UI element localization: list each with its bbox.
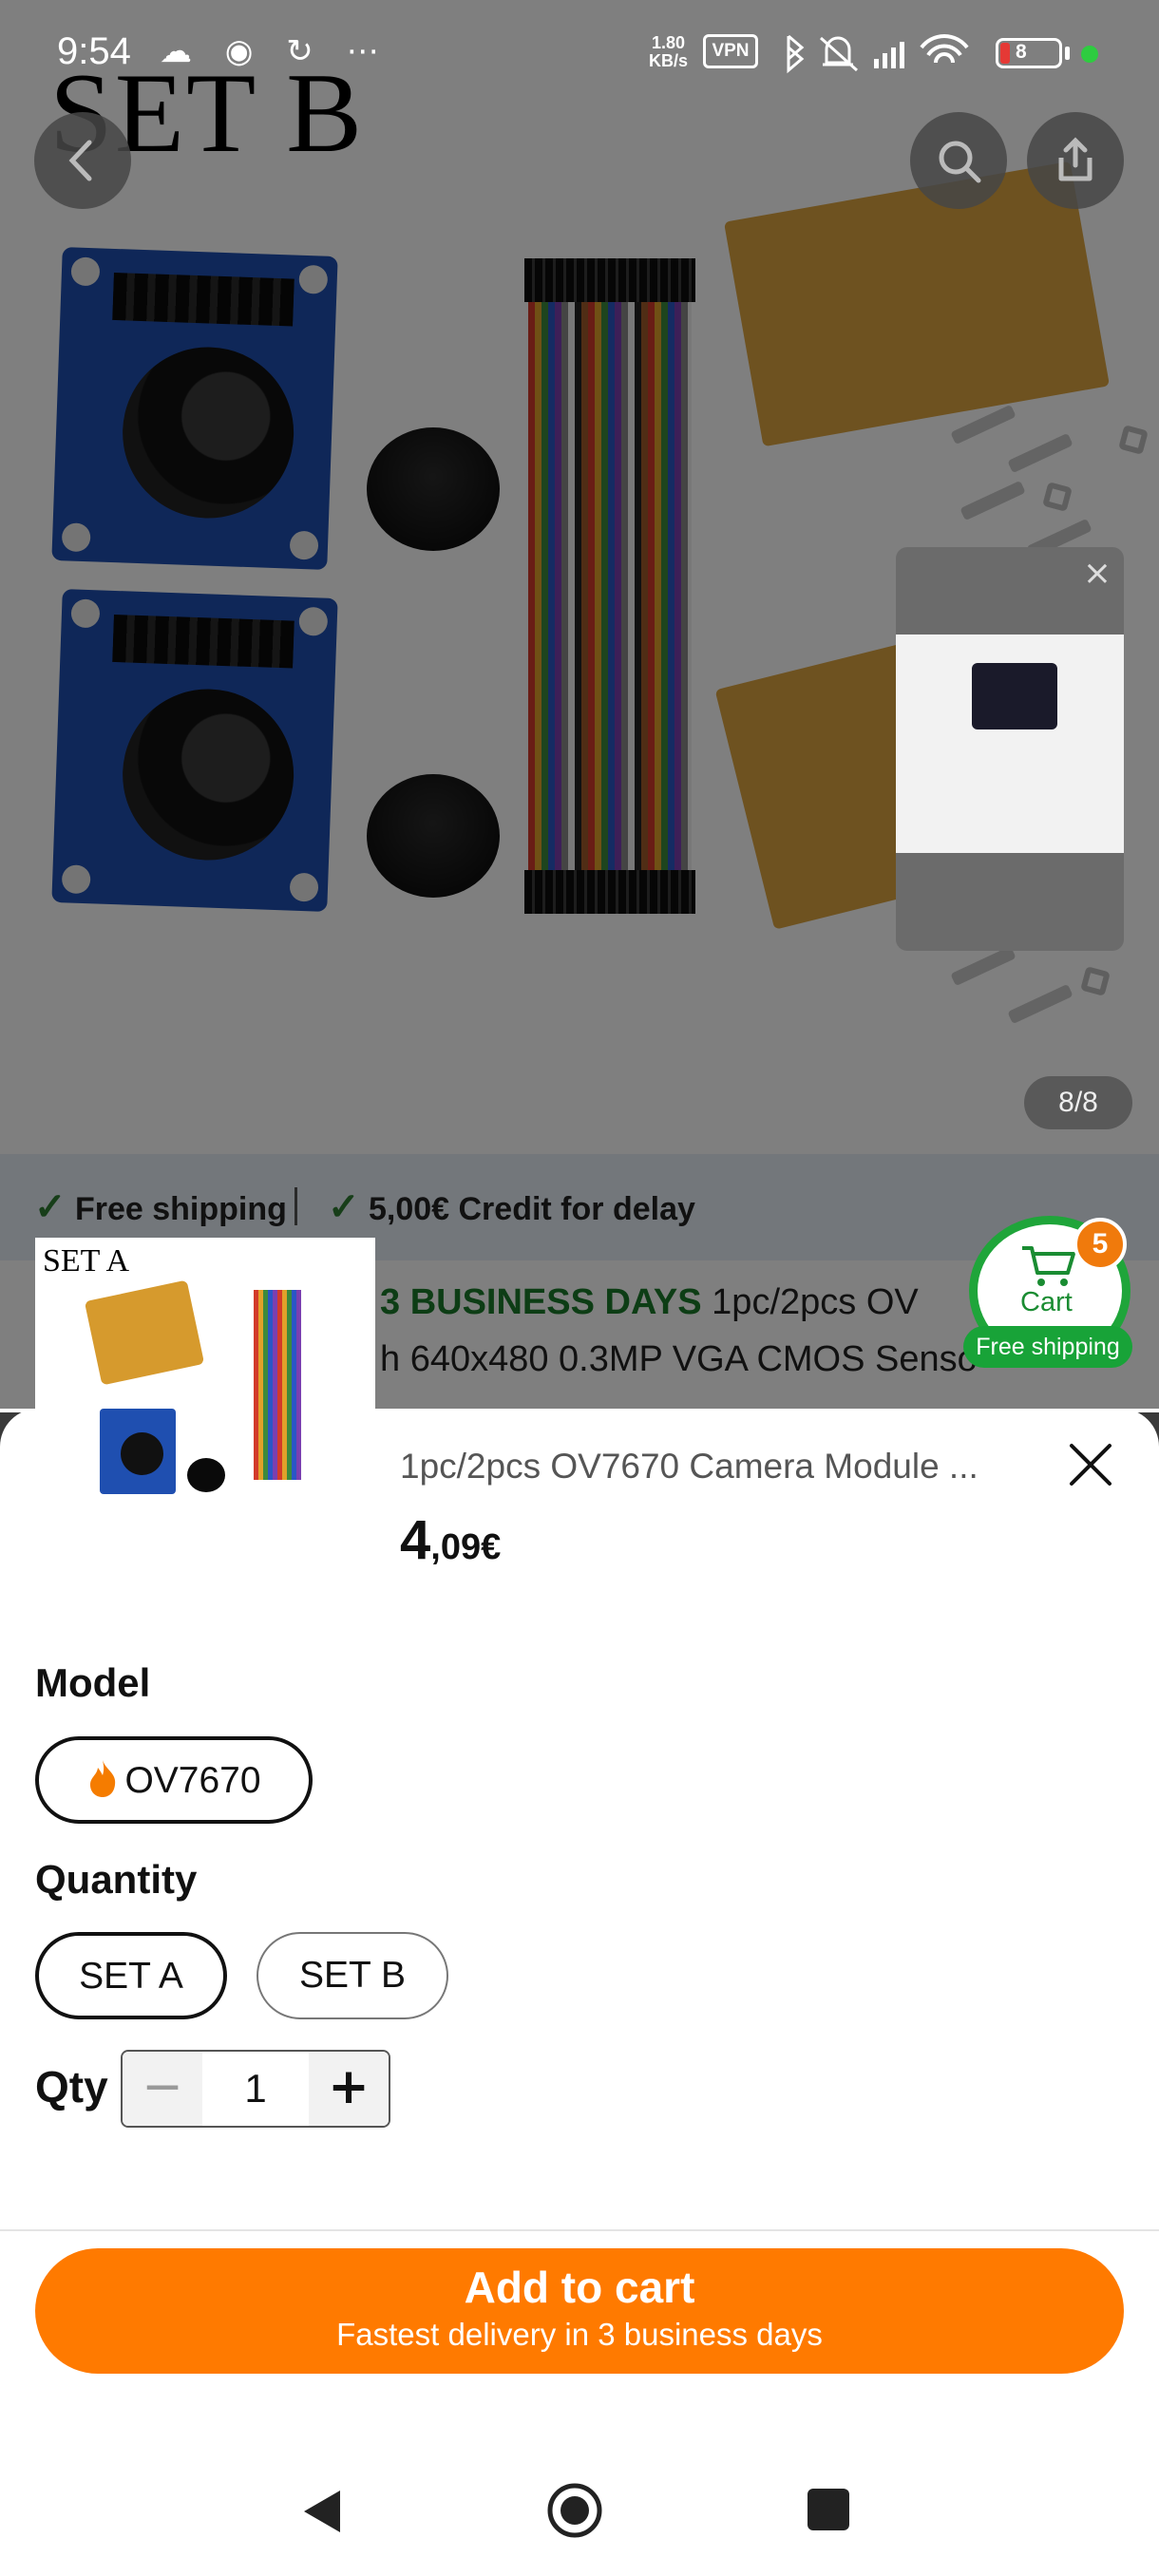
- flame-icon: [90, 1760, 116, 1797]
- clock: 9:54: [57, 30, 131, 72]
- nav-home-icon[interactable]: [545, 2481, 604, 2540]
- nav-recents-icon[interactable]: [808, 2489, 849, 2530]
- cart-icon: [1022, 1246, 1075, 1286]
- video-preview: [896, 635, 1124, 853]
- cart-count-badge: 5: [1074, 1218, 1127, 1271]
- notification-icons: ☁ ◉ ↻ ⋯: [160, 32, 390, 70]
- close-icon[interactable]: [1062, 1436, 1119, 1493]
- add-to-cart-label: Add to cart: [464, 2263, 695, 2312]
- increment-button[interactable]: +: [309, 2052, 389, 2126]
- vpn-icon: VPN: [703, 34, 758, 68]
- back-button[interactable]: [34, 112, 131, 209]
- preview-caption: SET A: [43, 1243, 130, 1279]
- share-icon: [1058, 137, 1092, 181]
- sheet-product-title: 1pc/2pcs OV7670 Camera Module ...: [400, 1447, 978, 1486]
- search-button[interactable]: [910, 112, 1007, 209]
- quantity-stepper: − 1 +: [121, 2050, 390, 2128]
- quantity-value[interactable]: 1: [202, 2052, 309, 2126]
- delivery-note: Fastest delivery in 3 business days: [336, 2317, 823, 2352]
- qty-label: Qty: [35, 2062, 108, 2112]
- chevron-left-icon: [68, 140, 92, 181]
- quantity-label: Quantity: [35, 1857, 198, 1902]
- status-bar: 9:54 ☁ ◉ ↻ ⋯ 1.80 KB/s VPN 8: [0, 0, 1159, 104]
- close-icon[interactable]: ×: [1078, 555, 1116, 593]
- variant-preview-image[interactable]: SET A: [35, 1238, 375, 1580]
- add-to-cart-button[interactable]: Add to cart Fastest delivery in 3 busine…: [35, 2248, 1124, 2374]
- floating-video-player[interactable]: ×: [896, 547, 1124, 951]
- nav-back-icon[interactable]: [300, 2487, 344, 2536]
- image-page-counter: 8/8: [1024, 1076, 1132, 1129]
- divider: [0, 2229, 1159, 2231]
- quantity-option-set-b[interactable]: SET B: [256, 1932, 448, 2019]
- model-label: Model: [35, 1660, 151, 1705]
- screen: SET B ✓ Free shipping ✓ 5,00€ Cr: [0, 0, 1159, 2576]
- model-option-ov7670[interactable]: OV7670: [35, 1736, 313, 1824]
- search-icon: [939, 141, 981, 183]
- quantity-option-set-a[interactable]: SET A: [35, 1932, 227, 2019]
- share-button[interactable]: [1027, 112, 1124, 209]
- decrement-button[interactable]: −: [123, 2052, 202, 2126]
- price: 4,09€: [400, 1509, 502, 1571]
- system-icons: [770, 28, 988, 85]
- privacy-indicator: [1081, 46, 1098, 63]
- cart-label: Cart: [1020, 1287, 1073, 1317]
- battery-icon: 8: [996, 38, 1062, 68]
- network-speed: 1.80 KB/s: [649, 33, 689, 70]
- cart-free-shipping-badge: Free shipping: [963, 1326, 1132, 1368]
